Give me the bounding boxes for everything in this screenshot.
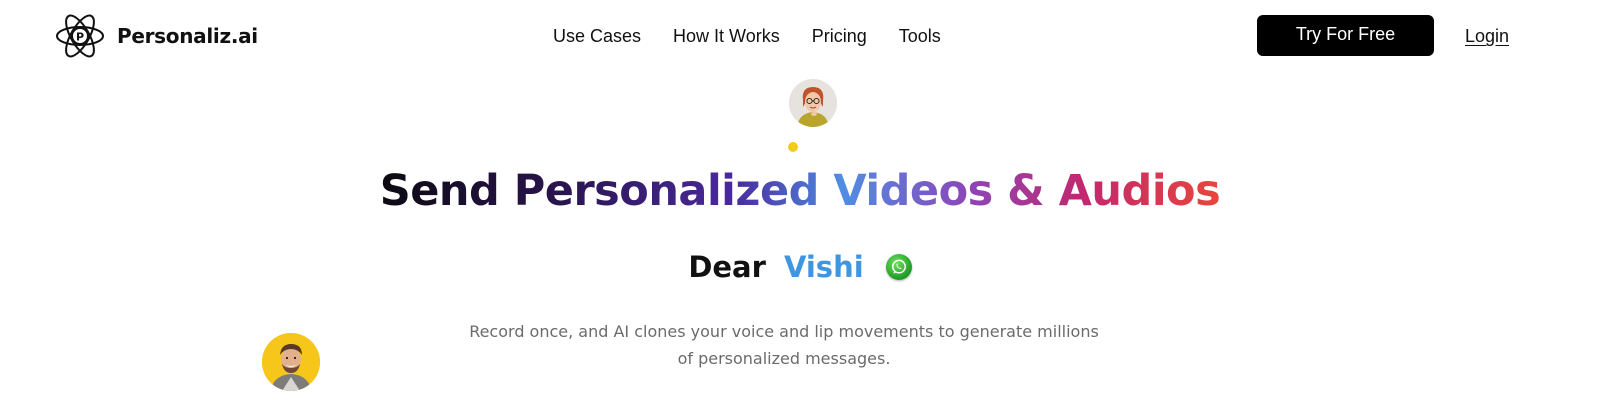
accent-dot (788, 142, 798, 152)
nav-pricing[interactable]: Pricing (812, 26, 867, 47)
main-nav: Use Cases How It Works Pricing Tools (553, 26, 941, 47)
svg-text:P: P (76, 31, 84, 44)
login-link[interactable]: Login (1465, 26, 1509, 47)
hero-subtitle-line2: of personalized messages. (677, 349, 891, 368)
atom-logo-icon: P (55, 9, 105, 63)
hero-subtitle-line1: Record once, and AI clones your voice an… (469, 322, 1099, 341)
hero-headline-text: Send Personalized Videos & Audios (379, 166, 1221, 216)
greeting-name: Vishi (783, 250, 864, 284)
greeting-row: Dear Vishi (0, 250, 1600, 284)
nav-how-it-works[interactable]: How It Works (673, 26, 780, 47)
greeting-dear: Dear (688, 250, 766, 284)
hero-headline: Send Personalized Videos & Audios (0, 166, 1600, 216)
nav-use-cases[interactable]: Use Cases (553, 26, 641, 47)
logo-text: Personaliz.ai (117, 24, 258, 48)
avatar-man (262, 333, 320, 391)
logo-link[interactable]: P Personaliz.ai (55, 9, 258, 63)
nav-tools[interactable]: Tools (899, 26, 941, 47)
avatar-woman (789, 79, 837, 127)
try-for-free-button[interactable]: Try For Free (1257, 15, 1434, 56)
hero-subtitle: Record once, and AI clones your voice an… (0, 318, 1568, 372)
whatsapp-icon (885, 254, 912, 280)
